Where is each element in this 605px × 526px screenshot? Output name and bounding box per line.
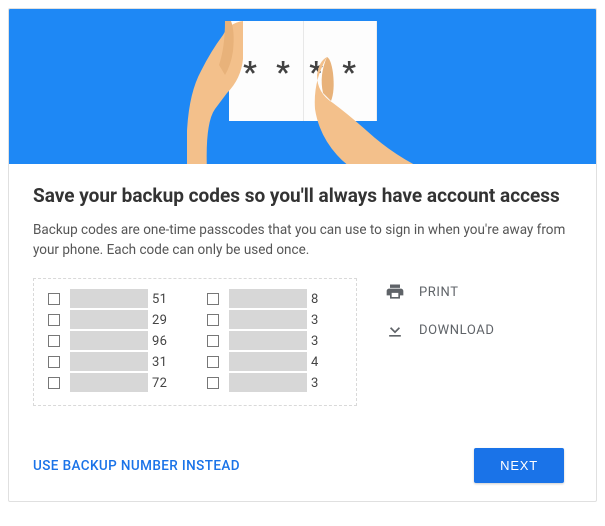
- hand-left-icon: [187, 21, 257, 164]
- code-masked: [70, 310, 148, 329]
- code-masked: [229, 310, 307, 329]
- code-row: 31: [48, 352, 183, 372]
- code-row: 3: [207, 373, 342, 393]
- print-icon: [385, 282, 405, 302]
- checkbox-icon: [48, 314, 60, 326]
- code-row: 96: [48, 331, 183, 351]
- hand-right-icon: [309, 57, 419, 164]
- code-tail: 72: [152, 376, 178, 391]
- hero-banner: * * * *: [9, 9, 596, 164]
- checkbox-icon: [207, 335, 219, 347]
- code-row: 51: [48, 289, 183, 309]
- use-backup-number-link[interactable]: USE BACKUP NUMBER INSTEAD: [33, 458, 240, 474]
- code-tail: 96: [152, 334, 178, 349]
- checkbox-icon: [48, 356, 60, 368]
- code-tail: 8: [311, 292, 337, 307]
- code-row: 8: [207, 289, 342, 309]
- codes-column-2: 8 3 3 4 3: [207, 289, 342, 393]
- code-tail: 3: [311, 334, 337, 349]
- code-tail: 3: [311, 313, 337, 328]
- next-button[interactable]: NEXT: [474, 448, 564, 483]
- checkbox-icon: [48, 377, 60, 389]
- description-text: Backup codes are one-time passcodes that…: [33, 221, 572, 260]
- code-tail: 3: [311, 376, 337, 391]
- code-tail: 31: [152, 355, 178, 370]
- code-tail: 4: [311, 355, 337, 370]
- code-masked: [229, 373, 307, 392]
- backup-codes-box: 51 29 96 31 72 8 3 3 4 3: [33, 278, 357, 406]
- code-masked: [229, 289, 307, 308]
- page-title: Save your backup codes so you'll always …: [33, 184, 572, 207]
- code-tail: 51: [152, 292, 178, 307]
- content-area: Save your backup codes so you'll always …: [9, 164, 596, 501]
- checkbox-icon: [48, 335, 60, 347]
- checkbox-icon: [207, 314, 219, 326]
- print-label: PRINT: [419, 285, 459, 300]
- checkbox-icon: [207, 356, 219, 368]
- download-icon: [385, 320, 405, 340]
- code-row: 3: [207, 331, 342, 351]
- code-masked: [229, 331, 307, 350]
- code-row: 72: [48, 373, 183, 393]
- checkbox-icon: [48, 293, 60, 305]
- actions-column: PRINT DOWNLOAD: [385, 278, 495, 406]
- backup-codes-card: * * * * Save your backup codes so you'll…: [8, 8, 597, 502]
- code-masked: [229, 352, 307, 371]
- code-masked: [70, 289, 148, 308]
- print-button[interactable]: PRINT: [385, 282, 495, 302]
- checkbox-icon: [207, 293, 219, 305]
- code-masked: [70, 373, 148, 392]
- code-masked: [70, 331, 148, 350]
- download-label: DOWNLOAD: [419, 323, 495, 338]
- download-button[interactable]: DOWNLOAD: [385, 320, 495, 340]
- code-row: 4: [207, 352, 342, 372]
- footer-row: USE BACKUP NUMBER INSTEAD NEXT: [33, 448, 572, 483]
- checkbox-icon: [207, 377, 219, 389]
- code-row: 29: [48, 310, 183, 330]
- code-row: 3: [207, 310, 342, 330]
- codes-column-1: 51 29 96 31 72: [48, 289, 183, 393]
- code-tail: 29: [152, 313, 178, 328]
- code-masked: [70, 352, 148, 371]
